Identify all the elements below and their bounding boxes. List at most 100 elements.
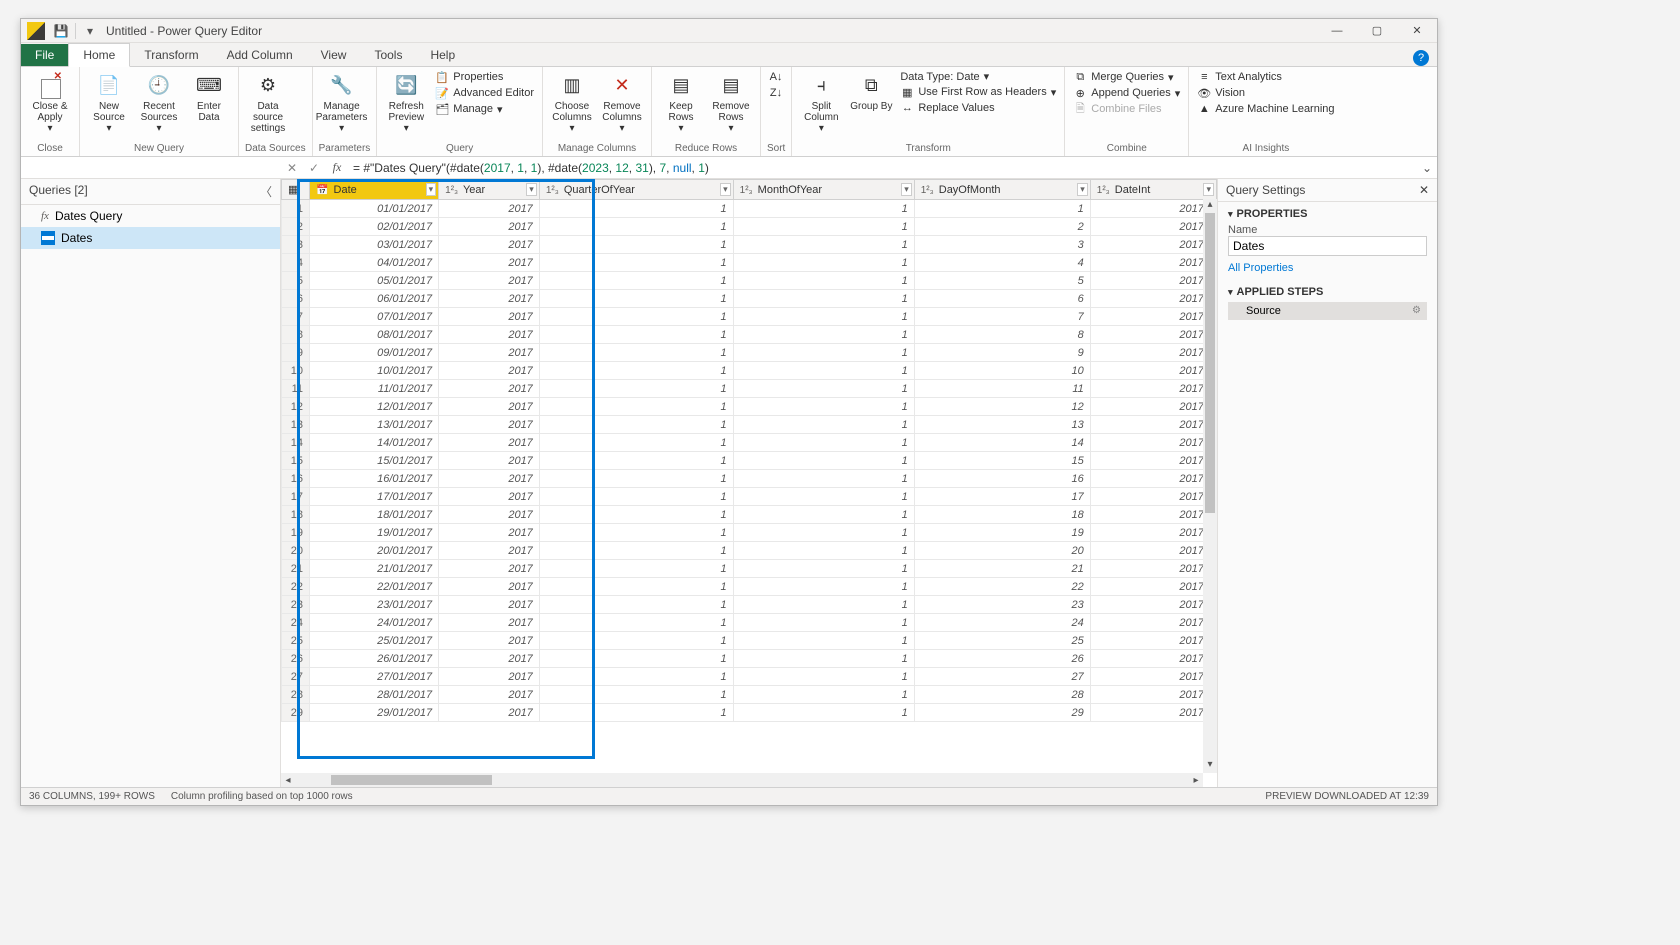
table-row[interactable]: 101/01/2017201711120170 xyxy=(282,200,1217,218)
properties-section-title[interactable]: PROPERTIES xyxy=(1228,208,1427,220)
tab-view[interactable]: View xyxy=(307,44,361,66)
column-header-quarterofyear[interactable]: 1²₃ QuarterOfYear▾ xyxy=(539,180,733,200)
table-row[interactable]: 2222/01/20172017112220170 xyxy=(282,578,1217,596)
filter-icon[interactable]: ▾ xyxy=(720,183,731,196)
close-settings-icon[interactable]: ✕ xyxy=(1419,183,1429,197)
sort-desc-button[interactable]: Z↓ xyxy=(767,85,785,101)
confirm-formula-button[interactable]: ✓ xyxy=(303,161,325,175)
applied-steps-title[interactable]: APPLIED STEPS xyxy=(1228,286,1427,298)
table-row[interactable]: 2323/01/20172017112320170 xyxy=(282,596,1217,614)
table-row[interactable]: 1010/01/20172017111020170 xyxy=(282,362,1217,380)
split-column-button[interactable]: ⫞Split Column ▾ xyxy=(798,69,844,134)
table-row[interactable]: 2828/01/20172017112820170 xyxy=(282,686,1217,704)
horizontal-scrollbar[interactable]: ◂ ▸ xyxy=(281,773,1203,787)
collapse-queries-icon[interactable]: 〈 xyxy=(260,183,272,200)
table-row[interactable]: 2424/01/20172017112420170 xyxy=(282,614,1217,632)
combine-files-button[interactable]: 🗎Combine Files xyxy=(1071,101,1182,117)
scroll-down-icon[interactable]: ▾ xyxy=(1207,759,1212,773)
query-item[interactable]: Dates Query xyxy=(21,205,280,227)
vscroll-thumb[interactable] xyxy=(1205,213,1215,513)
table-row[interactable]: 1313/01/20172017111320170 xyxy=(282,416,1217,434)
remove-columns-button[interactable]: ✕Remove Columns ▾ xyxy=(599,69,645,134)
filter-icon[interactable]: ▾ xyxy=(526,183,537,196)
table-row[interactable]: 1818/01/20172017111820170 xyxy=(282,506,1217,524)
data-type-button[interactable]: Data Type: Date ▾ xyxy=(898,69,1058,84)
refresh-preview-button[interactable]: 🔄Refresh Preview ▾ xyxy=(383,69,429,134)
table-row[interactable]: 1717/01/20172017111720170 xyxy=(282,488,1217,506)
manage-button[interactable]: 🗂Manage ▾ xyxy=(433,101,536,117)
all-properties-link[interactable]: All Properties xyxy=(1228,262,1427,274)
qat-dropdown-icon[interactable]: ▾ xyxy=(82,23,98,39)
advanced-editor-button[interactable]: 📝Advanced Editor xyxy=(433,85,536,101)
table-row[interactable]: 808/01/2017201711820170 xyxy=(282,326,1217,344)
group-by-button[interactable]: ⧉Group By xyxy=(848,69,894,112)
table-row[interactable]: 2727/01/20172017112720170 xyxy=(282,668,1217,686)
data-source-settings-button[interactable]: ⚙Data source settings xyxy=(245,69,291,134)
expand-formula-button[interactable]: ⌄ xyxy=(1417,161,1437,175)
scroll-up-icon[interactable]: ▴ xyxy=(1207,199,1212,213)
save-icon[interactable]: 💾 xyxy=(53,23,69,39)
tab-file[interactable]: File xyxy=(21,44,68,66)
tab-help[interactable]: Help xyxy=(416,44,469,66)
tab-home[interactable]: Home xyxy=(68,43,130,67)
table-row[interactable]: 1414/01/20172017111420170 xyxy=(282,434,1217,452)
choose-columns-button[interactable]: ▥Choose Columns ▾ xyxy=(549,69,595,134)
table-row[interactable]: 1515/01/20172017111520170 xyxy=(282,452,1217,470)
text-analytics-button[interactable]: ≡Text Analytics xyxy=(1195,69,1336,85)
vision-button[interactable]: 👁Vision xyxy=(1195,85,1336,101)
hscroll-thumb[interactable] xyxy=(331,775,492,785)
table-row[interactable]: 1212/01/20172017111220170 xyxy=(282,398,1217,416)
filter-icon[interactable]: ▾ xyxy=(426,183,437,196)
table-row[interactable]: 404/01/2017201711420170 xyxy=(282,254,1217,272)
applied-step[interactable]: Source⚙ xyxy=(1228,302,1427,320)
column-header-year[interactable]: 1²₃ Year▾ xyxy=(439,180,540,200)
help-icon[interactable]: ? xyxy=(1413,50,1429,66)
properties-button[interactable]: 📋Properties xyxy=(433,69,536,85)
scroll-right-icon[interactable]: ▸ xyxy=(1189,775,1203,786)
sort-asc-button[interactable]: A↓ xyxy=(767,69,785,85)
row-number-header[interactable]: ▦ xyxy=(282,180,310,200)
filter-icon[interactable]: ▾ xyxy=(901,183,912,196)
step-gear-icon[interactable]: ⚙ xyxy=(1412,305,1421,316)
table-row[interactable]: 2121/01/20172017112120170 xyxy=(282,560,1217,578)
close-button[interactable]: ✕ xyxy=(1397,19,1437,43)
maximize-button[interactable]: ▢ xyxy=(1357,19,1397,43)
tab-tools[interactable]: Tools xyxy=(360,44,416,66)
manage-parameters-button[interactable]: 🔧Manage Parameters ▾ xyxy=(319,69,365,134)
merge-queries-button[interactable]: ⧉Merge Queries ▾ xyxy=(1071,69,1182,85)
filter-icon[interactable]: ▾ xyxy=(1203,183,1214,196)
recent-sources-button[interactable]: 🕘Recent Sources ▾ xyxy=(136,69,182,134)
table-row[interactable]: 909/01/2017201711920170 xyxy=(282,344,1217,362)
minimize-button[interactable]: — xyxy=(1317,19,1357,43)
remove-rows-button[interactable]: ▤Remove Rows ▾ xyxy=(708,69,754,134)
table-row[interactable]: 707/01/2017201711720170 xyxy=(282,308,1217,326)
close-and-apply-button[interactable]: Close & Apply ▾ xyxy=(27,69,73,134)
table-row[interactable]: 1111/01/20172017111120170 xyxy=(282,380,1217,398)
scroll-left-icon[interactable]: ◂ xyxy=(281,775,295,786)
formula-input[interactable]: = #"Dates Query"(#date(2017, 1, 1), #dat… xyxy=(349,161,1417,175)
column-header-dateint[interactable]: 1²₃ DateInt▾ xyxy=(1090,180,1216,200)
first-row-headers-button[interactable]: ▦Use First Row as Headers ▾ xyxy=(898,84,1058,100)
filter-icon[interactable]: ▾ xyxy=(1077,183,1088,196)
cancel-formula-button[interactable]: ✕ xyxy=(281,161,303,175)
vertical-scrollbar[interactable]: ▴ ▾ xyxy=(1203,199,1217,773)
table-row[interactable]: 2525/01/20172017112520170 xyxy=(282,632,1217,650)
tab-add-column[interactable]: Add Column xyxy=(213,44,307,66)
query-name-input[interactable] xyxy=(1228,236,1427,256)
new-source-button[interactable]: 📄New Source ▾ xyxy=(86,69,132,134)
table-row[interactable]: 1616/01/20172017111620170 xyxy=(282,470,1217,488)
replace-values-button[interactable]: ↔Replace Values xyxy=(898,100,1058,116)
table-row[interactable]: 505/01/2017201711520170 xyxy=(282,272,1217,290)
table-row[interactable]: 606/01/2017201711620170 xyxy=(282,290,1217,308)
enter-data-button[interactable]: ⌨Enter Data xyxy=(186,69,232,123)
column-header-date[interactable]: 📅 Date▾ xyxy=(310,180,439,200)
table-row[interactable]: 2626/01/20172017112620170 xyxy=(282,650,1217,668)
append-queries-button[interactable]: ⊕Append Queries ▾ xyxy=(1071,85,1182,101)
keep-rows-button[interactable]: ▤Keep Rows ▾ xyxy=(658,69,704,134)
table-row[interactable]: 2020/01/20172017112020170 xyxy=(282,542,1217,560)
azure-ml-button[interactable]: ▲Azure Machine Learning xyxy=(1195,101,1336,117)
table-row[interactable]: 202/01/2017201711220170 xyxy=(282,218,1217,236)
table-row[interactable]: 1919/01/20172017111920170 xyxy=(282,524,1217,542)
column-header-monthofyear[interactable]: 1²₃ MonthOfYear▾ xyxy=(733,180,914,200)
table-row[interactable]: 2929/01/20172017112920170 xyxy=(282,704,1217,722)
